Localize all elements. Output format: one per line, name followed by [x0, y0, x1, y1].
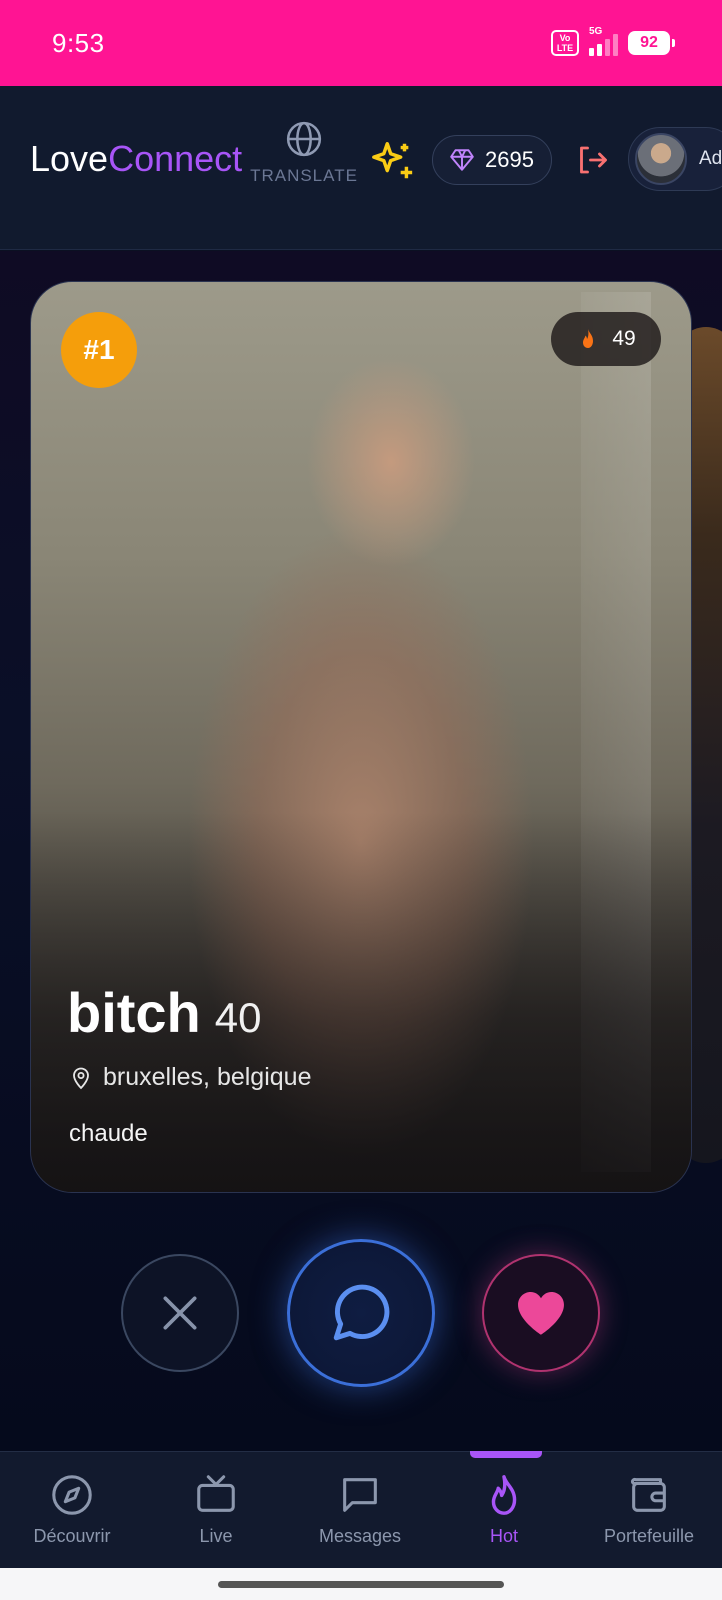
logout-button[interactable]	[574, 142, 610, 178]
boost-button[interactable]	[370, 138, 416, 184]
bottom-nav: Découvrir Live Messages Hot Portefeuille	[0, 1451, 722, 1568]
nav-active-indicator	[470, 1451, 542, 1458]
battery-icon: 92	[628, 31, 675, 55]
nav-label-decouvrir: Découvrir	[33, 1526, 111, 1546]
rank-badge: #1	[61, 312, 137, 388]
logo-part-connect: Connect	[108, 138, 243, 179]
app-header: LoveConnect TRANSLATE 2695 Ad	[0, 86, 722, 250]
pass-button[interactable]	[121, 1254, 239, 1372]
profile-card-name: bitch	[67, 981, 201, 1044]
status-time: 9:53	[52, 27, 105, 58]
chat-button[interactable]	[287, 1239, 435, 1387]
hot-score-badge: 49	[551, 312, 661, 366]
hot-score: 49	[612, 327, 636, 350]
nav-item-portefeuille[interactable]: Portefeuille	[576, 1452, 722, 1569]
profile-bio: chaude	[69, 1120, 148, 1147]
flame-icon	[583, 329, 594, 348]
profile-name: Ad	[699, 148, 722, 169]
profile-location: bruxelles, belgique	[69, 1063, 311, 1092]
signal-icon: 5G	[589, 26, 618, 56]
location-text: bruxelles, belgique	[103, 1063, 312, 1091]
flame-icon	[491, 1475, 517, 1515]
home-handle[interactable]	[218, 1581, 504, 1588]
gems-count: 2695	[485, 147, 534, 172]
nav-item-messages[interactable]: Messages	[288, 1452, 432, 1569]
translate-label: TRANSLATE	[250, 166, 358, 185]
nav-label-portefeuille: Portefeuille	[603, 1526, 695, 1546]
translate-button[interactable]: TRANSLATE	[244, 120, 364, 210]
system-nav-area	[0, 1568, 722, 1600]
wallet-icon	[630, 1477, 666, 1512]
message-circle-icon	[333, 1284, 390, 1341]
profile-card[interactable]: #1 49 bitch 40 bruxelles, belgique chaud…	[30, 281, 692, 1193]
avatar	[635, 133, 687, 185]
status-indicators: Vo LTE 5G 92	[551, 26, 675, 56]
diamond-icon	[450, 149, 474, 171]
profile-card-age: 40	[214, 994, 262, 1041]
logo-part-love: Love	[30, 138, 109, 179]
globe-icon	[286, 121, 322, 157]
profile-name-age: bitch 40	[67, 980, 261, 1045]
app-logo[interactable]: LoveConnect	[30, 138, 242, 180]
location-pin-icon	[73, 1067, 89, 1089]
close-icon	[163, 1296, 197, 1330]
gems-balance[interactable]: 2695	[432, 135, 552, 185]
sparkles-icon	[372, 142, 413, 179]
like-button[interactable]	[482, 1254, 600, 1372]
nav-item-live[interactable]: Live	[144, 1452, 288, 1569]
logout-icon	[580, 146, 607, 174]
heart-icon	[518, 1291, 564, 1335]
nav-label-live: Live	[199, 1526, 233, 1546]
nav-item-decouvrir[interactable]: Découvrir	[0, 1452, 144, 1569]
network-type: 5G	[589, 26, 603, 37]
tv-icon	[197, 1475, 235, 1512]
nav-item-hot[interactable]: Hot	[432, 1452, 576, 1569]
nav-label-hot: Hot	[489, 1526, 518, 1546]
message-icon	[343, 1478, 377, 1512]
volte-icon: Vo LTE	[551, 30, 579, 56]
profile-button[interactable]: Ad	[628, 127, 722, 191]
status-bar: 9:53 Vo LTE 5G 92	[0, 0, 722, 86]
compass-icon	[52, 1475, 92, 1515]
nav-label-messages: Messages	[318, 1526, 402, 1546]
